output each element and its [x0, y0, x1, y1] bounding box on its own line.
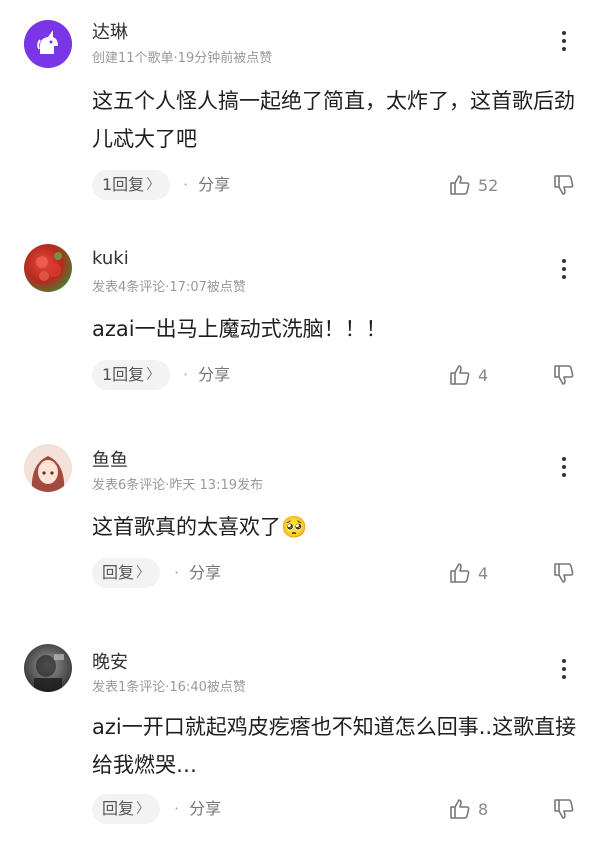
thumbs-down-icon	[554, 563, 574, 583]
dislike-button[interactable]	[552, 170, 576, 200]
reply-label: 回复	[102, 799, 135, 818]
comment-meta: 发表1条评论·16:40被点赞	[92, 680, 246, 695]
reply-button[interactable]: 回复 〉	[92, 558, 161, 588]
like-button[interactable]: 4	[448, 558, 488, 588]
share-button[interactable]: · 分享	[183, 170, 230, 200]
thumbs-down-icon	[554, 365, 574, 385]
thumbs-down-icon	[554, 175, 574, 195]
like-count: 4	[478, 365, 489, 385]
share-button[interactable]: · 分享	[183, 360, 230, 390]
like-button[interactable]: 52	[448, 170, 498, 200]
dislike-button[interactable]	[552, 794, 576, 824]
chevron-right-icon: 〉	[136, 565, 151, 581]
share-label: 分享	[189, 563, 222, 582]
comment-item: 达琳 创建11个歌单·19分钟前被点赞 这五个人怪人搞一起绝了简直，太炸了，这首…	[0, 0, 600, 220]
more-options-button[interactable]	[552, 26, 576, 56]
comment-text: 这首歌真的太喜欢了🥺	[92, 515, 308, 539]
dislike-button[interactable]	[552, 360, 576, 390]
thumbs-up-icon	[450, 365, 470, 385]
comment-meta: 发表6条评论·昨天 13:19发布	[92, 478, 263, 493]
comment-list: 达琳 创建11个歌单·19分钟前被点赞 这五个人怪人搞一起绝了简直，太炸了，这首…	[0, 0, 600, 841]
reply-label: 回复	[102, 563, 135, 582]
chevron-right-icon: 〉	[146, 367, 161, 383]
comment-meta: 创建11个歌单·19分钟前被点赞	[92, 51, 273, 66]
more-options-button[interactable]	[552, 654, 576, 684]
reply-button[interactable]: 回复 〉	[92, 794, 161, 824]
username[interactable]: 鱼鱼	[92, 446, 128, 472]
reply-label: 1回复	[102, 175, 145, 194]
like-button[interactable]: 4	[448, 360, 488, 390]
more-options-button[interactable]	[552, 452, 576, 482]
unicorn-icon	[24, 20, 72, 68]
anime-avatar-icon	[24, 444, 72, 492]
dislike-button[interactable]	[552, 558, 576, 588]
avatar[interactable]	[24, 244, 72, 292]
comment-item: kuki 发表4条评论·17:07被点赞 azai一出马上魔动式洗脑！！！ 1回…	[0, 220, 600, 420]
avatar[interactable]	[24, 644, 72, 692]
username[interactable]: kuki	[92, 248, 129, 269]
username[interactable]: 达琳	[92, 18, 128, 44]
thumbs-up-icon	[450, 799, 470, 819]
avatar[interactable]	[24, 20, 72, 68]
separator-dot: ·	[174, 563, 180, 582]
chevron-right-icon: 〉	[146, 177, 161, 193]
comment-text: azai一出马上魔动式洗脑！！！	[92, 317, 387, 341]
share-button[interactable]: · 分享	[174, 794, 221, 824]
like-count: 4	[478, 563, 489, 583]
comment-text: 这五个人怪人搞一起绝了简直，太炸了，这首歌后劲儿忒大了吧	[92, 89, 575, 151]
separator-dot: ·	[183, 175, 189, 194]
share-label: 分享	[189, 799, 222, 818]
avatar[interactable]	[24, 444, 72, 492]
comment-item: 晚安 发表1条评论·16:40被点赞 azi一开口就起鸡皮疙瘩也不知道怎么回事.…	[0, 620, 600, 841]
reply-button[interactable]: 1回复 〉	[92, 360, 171, 390]
reply-label: 1回复	[102, 365, 145, 384]
share-label: 分享	[198, 175, 231, 194]
separator-dot: ·	[183, 365, 189, 384]
share-button[interactable]: · 分享	[174, 558, 221, 588]
comment-item: 鱼鱼 发表6条评论·昨天 13:19发布 这首歌真的太喜欢了🥺 回复 〉 · 分…	[0, 420, 600, 620]
username[interactable]: 晚安	[92, 648, 128, 674]
photo-avatar-icon	[36, 252, 62, 281]
like-count: 52	[478, 175, 499, 195]
share-label: 分享	[198, 365, 231, 384]
thumbs-up-icon	[450, 175, 470, 195]
photo-avatar-icon	[34, 654, 64, 692]
comment-meta: 发表4条评论·17:07被点赞	[92, 280, 246, 295]
comment-text: azi一开口就起鸡皮疙瘩也不知道怎么回事..这歌直接给我燃哭…	[92, 715, 577, 777]
separator-dot: ·	[174, 799, 180, 818]
like-button[interactable]: 8	[448, 794, 488, 824]
thumbs-down-icon	[554, 799, 574, 819]
like-count: 8	[478, 799, 489, 819]
reply-button[interactable]: 1回复 〉	[92, 170, 171, 200]
chevron-right-icon: 〉	[136, 801, 151, 817]
more-options-button[interactable]	[552, 254, 576, 284]
thumbs-up-icon	[450, 563, 470, 583]
